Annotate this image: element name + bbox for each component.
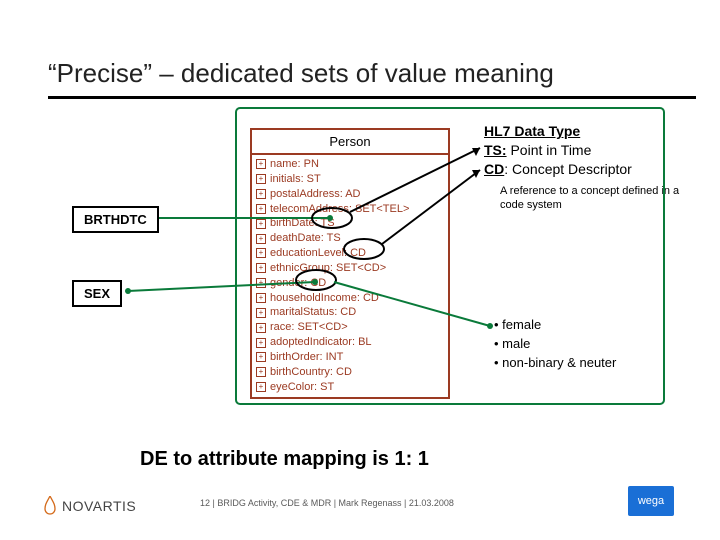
uml-attr: +birthCountry: CD [252,365,448,380]
uml-attr: +postalAddress: AD [252,187,448,202]
uml-attr: +race: SET<CD> [252,320,448,335]
value-female: female [494,316,616,335]
uml-attr: +deathDate: TS [252,231,448,246]
value-male: male [494,335,616,354]
mapping-caption: DE to attribute mapping is 1: 1 [140,448,429,471]
value-nonbinary: non-binary & neuter [494,354,616,373]
uml-person-box: Person +name: PN +initials: ST +postalAd… [250,128,450,399]
novartis-logo: NOVARTIS [42,496,136,516]
label-brthdtc: BRTHDTC [72,206,159,233]
slide-title: “Precise” – dedicated sets of value mean… [48,58,554,89]
wega-logo: wega [628,486,674,516]
uml-attribute-list: +name: PN +initials: ST +postalAddress: … [252,155,448,397]
hl7-data-type-block: HL7 Data Type TS: TS: Point in TimePoint… [484,122,632,179]
label-sex: SEX [72,280,122,307]
uml-attr: +birthOrder: INT [252,350,448,365]
uml-attr: +ethnicGroup: SET<CD> [252,261,448,276]
uml-attr: +telecomAddress: SET<TEL> [252,202,448,217]
hl7-ts: TS: TS: Point in TimePoint in Time [484,141,632,160]
hl7-cd: CD: Concept Descriptor [484,160,632,179]
uml-header: Person [252,130,448,155]
uml-attr: +name: PN [252,157,448,172]
uml-attr: +initials: ST [252,172,448,187]
uml-attr: +birthDate: TS [252,216,448,231]
uml-attr: +educationLevel: CD [252,246,448,261]
hl7-sub-text: A reference to a concept defined in a co… [500,184,690,213]
gender-values: female male non-binary & neuter [494,316,616,373]
novartis-flame-icon [42,496,58,516]
uml-attr: +adoptedIndicator: BL [252,335,448,350]
uml-attr: +eyeColor: ST [252,380,448,395]
novartis-text: NOVARTIS [62,498,136,514]
uml-attr: +gender: CD [252,276,448,291]
uml-attr: +householdIncome: CD [252,291,448,306]
title-underline [48,96,696,99]
hl7-title: HL7 Data Type [484,122,632,141]
footer-text: 12 | BRIDG Activity, CDE & MDR | Mark Re… [200,498,454,508]
uml-attr: +maritalStatus: CD [252,305,448,320]
